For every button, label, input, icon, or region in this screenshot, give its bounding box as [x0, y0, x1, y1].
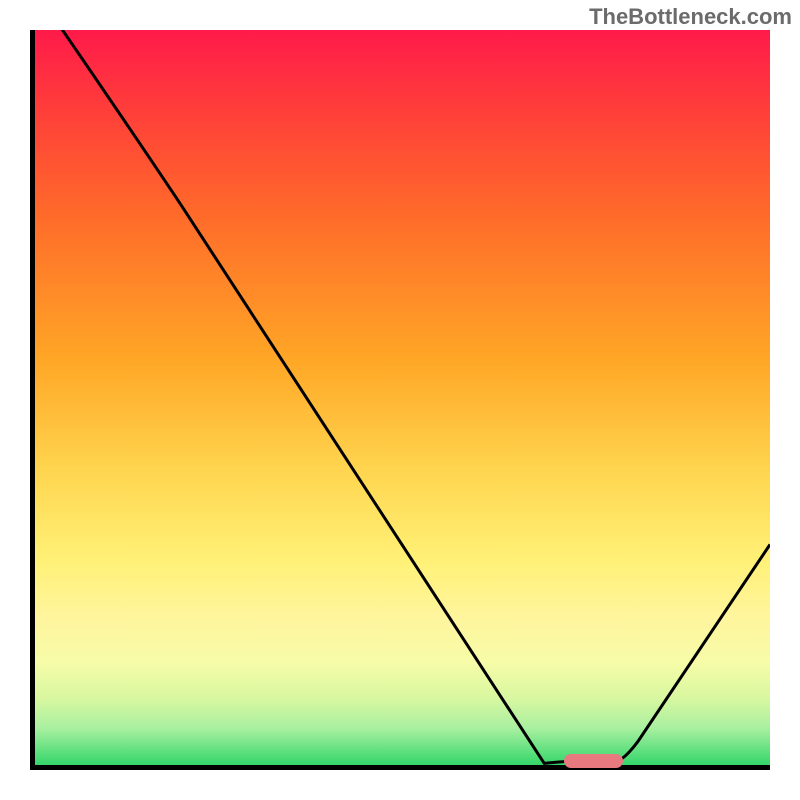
watermark-text: TheBottleneck.com	[589, 4, 792, 30]
optimal-marker	[564, 754, 623, 768]
chart-plot-area	[30, 30, 770, 770]
bottleneck-curve	[35, 30, 770, 765]
curve-path	[35, 30, 770, 763]
